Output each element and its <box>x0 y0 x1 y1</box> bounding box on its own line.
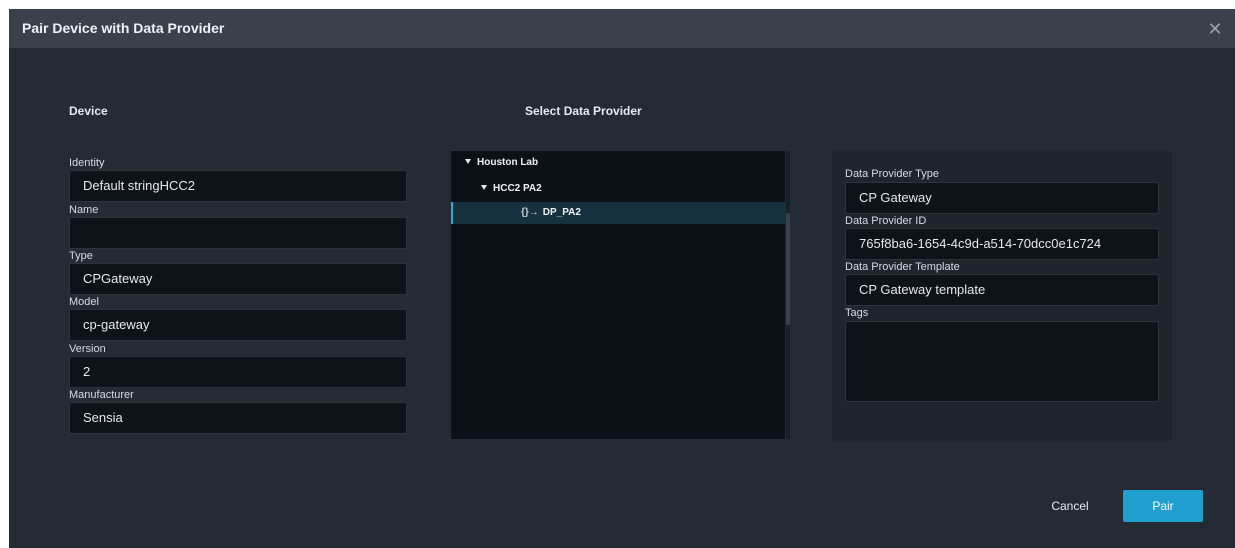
close-icon[interactable]: ✕ <box>1205 19 1225 39</box>
tree-item-label: Houston Lab <box>477 157 539 168</box>
pair-button[interactable]: Pair <box>1123 490 1203 522</box>
name-field[interactable] <box>69 217 407 249</box>
type-field[interactable]: CPGateway <box>69 263 407 295</box>
model-label: Model <box>69 296 99 308</box>
dialog-title: Pair Device with Data Provider <box>22 20 225 36</box>
tags-label: Tags <box>845 307 869 319</box>
tags-field[interactable] <box>845 321 1159 402</box>
tree-item-dp-pa2[interactable]: {}→ DP_PA2 <box>451 202 785 224</box>
caret-down-icon[interactable] <box>481 184 487 190</box>
name-label: Name <box>69 204 99 216</box>
provider-tree: Houston Lab HCC2 PA2 {}→ DP_PA2 <box>451 151 785 439</box>
version-label: Version <box>69 343 106 355</box>
manufacturer-label: Manufacturer <box>69 389 134 401</box>
provider-type-field[interactable]: CP Gateway <box>845 182 1159 214</box>
manufacturer-field[interactable]: Sensia <box>69 402 407 434</box>
identity-label: Identity <box>69 157 105 169</box>
dialog-titlebar: Pair Device with Data Provider ✕ <box>9 9 1235 48</box>
data-provider-icon: {}→ <box>521 207 539 218</box>
tree-item-houston-lab[interactable]: Houston Lab <box>451 152 785 174</box>
tree-item-hcc2-pa2[interactable]: HCC2 PA2 <box>451 178 785 200</box>
select-provider-heading: Select Data Provider <box>525 104 642 118</box>
type-label: Type <box>69 250 93 262</box>
cancel-button[interactable]: Cancel <box>1039 491 1101 521</box>
pair-device-dialog: Pair Device with Data Provider ✕ Device … <box>9 9 1235 548</box>
tree-item-label: HCC2 PA2 <box>493 183 542 194</box>
provider-template-label: Data Provider Template <box>845 261 960 273</box>
provider-id-field[interactable]: 765f8ba6-1654-4c9d-a514-70dcc0e1c724 <box>845 228 1159 260</box>
model-field[interactable]: cp-gateway <box>69 309 407 341</box>
provider-id-label: Data Provider ID <box>845 215 927 227</box>
tree-scrollbar-thumb[interactable] <box>786 213 790 325</box>
provider-type-label: Data Provider Type <box>845 168 939 180</box>
version-field[interactable]: 2 <box>69 356 407 388</box>
device-heading: Device <box>69 104 108 118</box>
tree-item-label: DP_PA2 <box>542 207 581 218</box>
caret-down-icon[interactable] <box>465 158 471 164</box>
provider-template-field[interactable]: CP Gateway template <box>845 274 1159 306</box>
identity-field[interactable]: Default stringHCC2 <box>69 170 407 202</box>
